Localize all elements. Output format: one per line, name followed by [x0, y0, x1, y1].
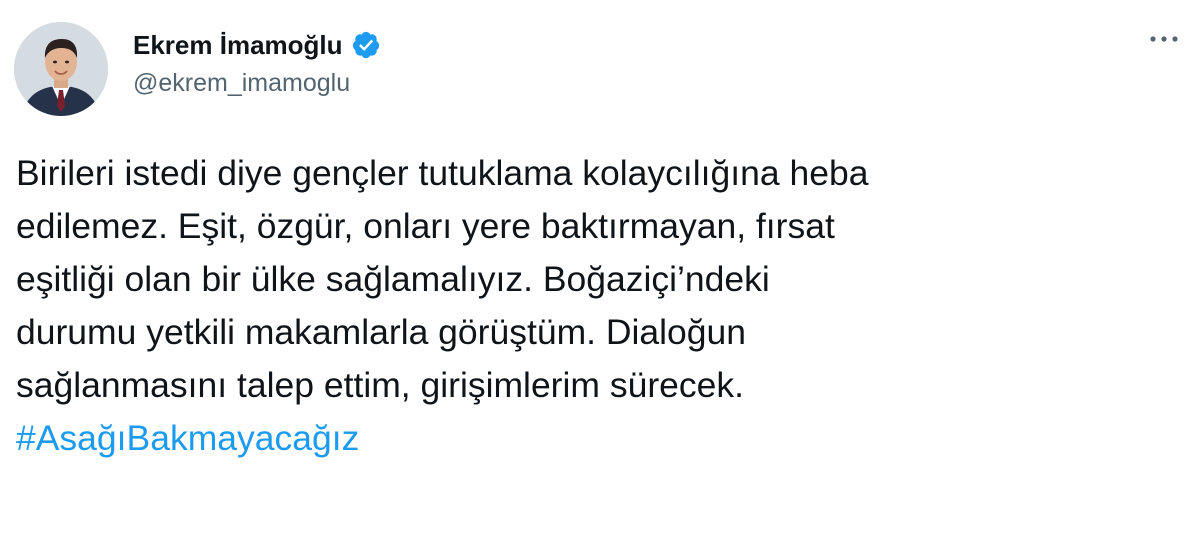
author-display-name[interactable]: Ekrem İmamoğlu	[133, 28, 343, 62]
more-options-icon	[1150, 36, 1178, 42]
author-handle[interactable]: @ekrem_imamoglu	[133, 67, 350, 99]
more-options-button[interactable]	[1142, 24, 1186, 54]
tweet-text-line: Birileri istedi diye gençler tutuklama k…	[16, 153, 869, 193]
tweet-text: Birileri istedi diye gençler tutuklama k…	[16, 147, 1176, 465]
avatar[interactable]	[14, 22, 108, 116]
tweet-text-line: sağlanmasını talep ettim, girişimlerim s…	[16, 365, 744, 405]
author-name-row: Ekrem İmamoğlu	[133, 28, 381, 62]
tweet-text-line: eşitliği olan bir ülke sağlamalıyız. Boğ…	[16, 259, 770, 299]
tweet-text-line: edilemez. Eşit, özgür, onları yere baktı…	[16, 206, 835, 246]
avatar-photo	[14, 22, 108, 116]
hashtag-link[interactable]: #AsağıBakmayacağız	[16, 412, 1176, 465]
tweet-text-line: durumu yetkili makamlarla görüştüm. Dial…	[16, 312, 747, 352]
verified-badge-icon	[352, 31, 379, 59]
tweet-card: Ekrem İmamoğlu @ekrem_imamoglu Birileri …	[0, 0, 1200, 534]
